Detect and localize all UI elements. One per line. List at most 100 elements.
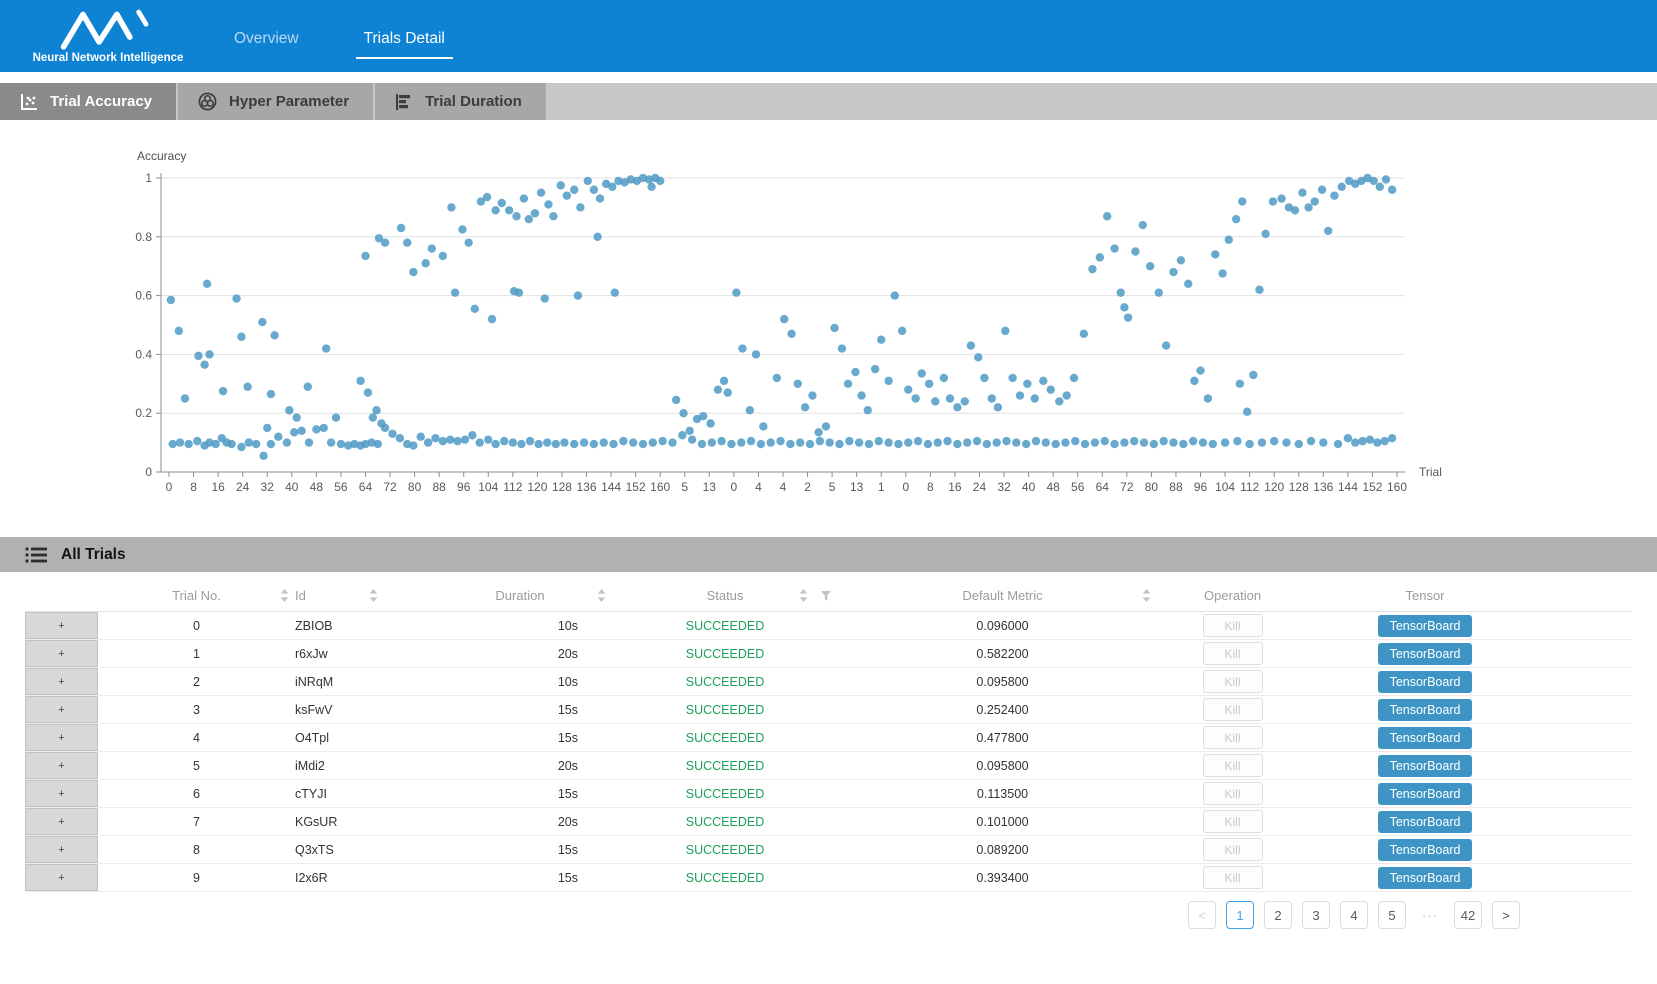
kill-button[interactable]: Kill [1203,838,1263,861]
tensorboard-button[interactable]: TensorBoard [1378,699,1472,721]
column-header-label: Trial No. [172,588,221,603]
tensorboard-button[interactable]: TensorBoard [1378,839,1472,861]
tensorboard-button[interactable]: TensorBoard [1378,783,1472,805]
svg-text:152: 152 [626,480,646,494]
svg-text:0: 0 [731,480,738,494]
kill-button[interactable]: Kill [1203,698,1263,721]
kill-button[interactable]: Kill [1203,810,1263,833]
table-row: +6cTYJI15sSUCCEEDED0.113500KillTensorBoa… [25,780,1632,808]
brand-title: Neural Network Intelligence [33,52,184,64]
tensorboard-button[interactable]: TensorBoard [1378,727,1472,749]
kill-button[interactable]: Kill [1203,726,1263,749]
duration-cell: 15s [420,864,620,891]
svg-text:80: 80 [1145,480,1159,494]
expand-row-button[interactable]: + [25,836,98,863]
trial-no-cell: 7 [98,808,295,835]
nav-trials-detail[interactable]: Trials Detail [356,30,453,59]
page-button-1[interactable]: 1 [1226,901,1254,929]
expand-row-button[interactable]: + [25,864,98,891]
status-cell: SUCCEEDED [620,808,830,835]
tab-trial-duration[interactable]: Trial Duration [375,83,546,120]
column-header-default-metric[interactable]: Default Metric [830,580,1175,611]
expand-row-button[interactable]: + [25,724,98,751]
tensorboard-button[interactable]: TensorBoard [1378,811,1472,833]
sort-icon[interactable] [597,589,606,602]
svg-text:5: 5 [829,480,836,494]
trial-id-cell: KGsUR [295,808,420,835]
kill-button[interactable]: Kill [1203,754,1263,777]
expand-row-button[interactable]: + [25,780,98,807]
bar-chart-icon [395,93,413,111]
tab-label: Hyper Parameter [229,93,349,110]
tensorboard-button[interactable]: TensorBoard [1378,615,1472,637]
svg-text:136: 136 [577,480,597,494]
duration-cell: 15s [420,724,620,751]
expand-row-button[interactable]: + [25,808,98,835]
kill-button[interactable]: Kill [1203,614,1263,637]
trial-no-cell: 5 [98,752,295,779]
table-row: +1r6xJw20sSUCCEEDED0.582200KillTensorBoa… [25,640,1632,668]
svg-text:104: 104 [1215,480,1235,494]
tab-hyper-parameter[interactable]: Hyper Parameter [178,83,373,120]
page-button-2[interactable]: 2 [1264,901,1292,929]
tab-trial-accuracy[interactable]: Trial Accuracy [0,83,176,120]
svg-text:8: 8 [927,480,934,494]
spacer-cell [1560,724,1632,751]
expand-row-button[interactable]: + [25,696,98,723]
trial-id-cell: iMdi2 [295,752,420,779]
tensorboard-button[interactable]: TensorBoard [1378,643,1472,665]
duration-cell: 15s [420,836,620,863]
tensorboard-button[interactable]: TensorBoard [1378,671,1472,693]
sort-icon[interactable] [799,589,808,602]
page-button-42[interactable]: 42 [1454,901,1482,929]
tensor-cell: TensorBoard [1290,612,1560,639]
chart-tabstrip: Trial Accuracy Hyper Parameter [0,83,1657,120]
expand-row-button[interactable]: + [25,752,98,779]
column-header-duration[interactable]: Duration [420,580,620,611]
page-button-3[interactable]: 3 [1302,901,1330,929]
sort-icon[interactable] [280,589,289,602]
column-header-status[interactable]: Status [620,580,830,611]
spacer-cell [1560,752,1632,779]
status-cell: SUCCEEDED [620,696,830,723]
kill-button[interactable]: Kill [1203,642,1263,665]
prev-page-button[interactable]: < [1188,901,1216,929]
accuracy-scatter-chart[interactable]: 00.20.40.60.8108162432404856647280889610… [125,164,1465,516]
svg-text:48: 48 [1046,480,1060,494]
svg-text:88: 88 [1169,480,1183,494]
svg-text:144: 144 [1338,480,1358,494]
expand-row-button[interactable]: + [25,640,98,667]
svg-text:24: 24 [236,480,250,494]
trial-id-cell: ZBIOB [295,612,420,639]
next-page-button[interactable]: > [1492,901,1520,929]
svg-text:40: 40 [285,480,299,494]
nav-overview[interactable]: Overview [234,30,299,59]
operation-cell: Kill [1175,612,1290,639]
page-button-5[interactable]: 5 [1378,901,1406,929]
column-header-label: Id [295,588,306,603]
nni-logo-icon [53,8,163,50]
default-metric-cell: 0.095800 [830,752,1175,779]
sort-icon[interactable] [1142,589,1151,602]
kill-button[interactable]: Kill [1203,782,1263,805]
page-button-4[interactable]: 4 [1340,901,1368,929]
expand-row-button[interactable]: + [25,668,98,695]
status-cell: SUCCEEDED [620,836,830,863]
column-header-trial-no-[interactable]: Trial No. [98,580,295,611]
status-cell: SUCCEEDED [620,668,830,695]
trial-no-cell: 9 [98,864,295,891]
table-row: +0ZBIOB10sSUCCEEDED0.096000KillTensorBoa… [25,612,1632,640]
section-title: All Trials [61,546,126,564]
sort-icon[interactable] [369,589,378,602]
column-header-id[interactable]: Id [295,580,420,611]
tensor-cell: TensorBoard [1290,836,1560,863]
expand-row-button[interactable]: + [25,612,98,639]
tensorboard-button[interactable]: TensorBoard [1378,867,1472,889]
kill-button[interactable]: Kill [1203,670,1263,693]
kill-button[interactable]: Kill [1203,866,1263,889]
default-metric-cell: 0.101000 [830,808,1175,835]
operation-cell: Kill [1175,808,1290,835]
tensorboard-button[interactable]: TensorBoard [1378,755,1472,777]
tensor-cell: TensorBoard [1290,780,1560,807]
svg-text:160: 160 [650,480,670,494]
